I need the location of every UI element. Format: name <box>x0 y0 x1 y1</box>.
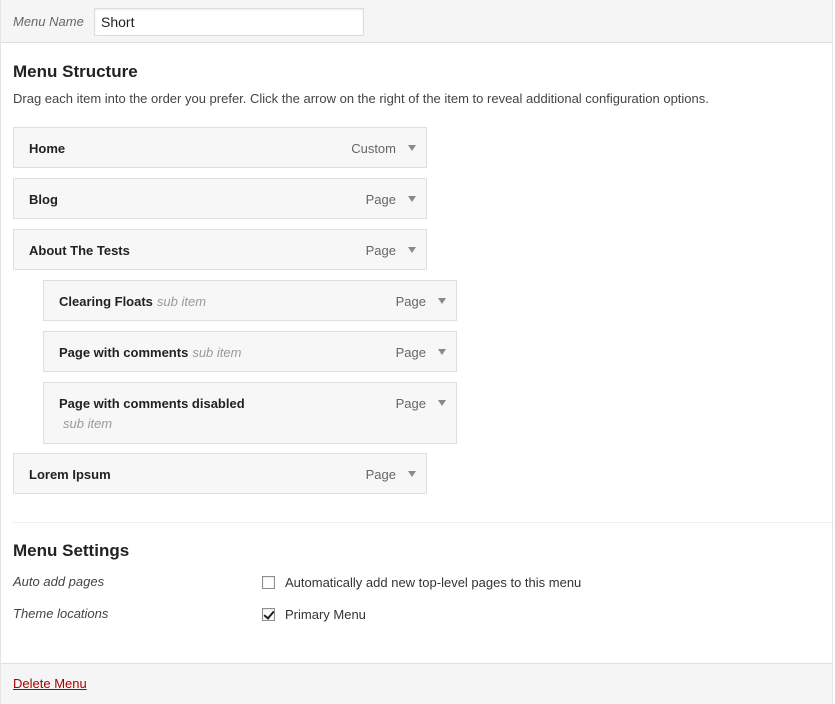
expand-arrow-icon[interactable] <box>438 298 446 304</box>
menu-item-type: Page <box>365 192 396 207</box>
menu-item-type: Page <box>365 467 396 482</box>
sub-item-label: sub item <box>63 416 113 431</box>
menu-item-title: Lorem Ipsum <box>29 467 111 482</box>
section-divider <box>13 522 835 523</box>
menu-item-type: Page <box>395 294 426 309</box>
auto-add-pages-text[interactable]: Automatically add new top-level pages to… <box>285 575 581 590</box>
auto-add-pages-checkbox[interactable] <box>262 576 275 589</box>
delete-menu-link[interactable]: Delete Menu <box>13 676 87 691</box>
menu-item-title-text: Clearing Floats <box>59 294 153 309</box>
primary-menu-checkbox[interactable] <box>262 608 275 621</box>
auto-add-pages-label: Auto add pages <box>13 574 105 589</box>
menu-item-title: Page with comments sub item <box>59 345 241 360</box>
menu-name-label: Menu Name <box>13 14 84 29</box>
expand-arrow-icon[interactable] <box>438 349 446 355</box>
menu-editor: Menu Name Menu Structure Drag each item … <box>0 0 835 704</box>
menu-header: Menu Name <box>1 0 832 43</box>
expand-arrow-icon[interactable] <box>438 400 446 406</box>
menu-item-title-text: Page with comments <box>59 345 189 360</box>
expand-arrow-icon[interactable] <box>408 145 416 151</box>
sub-item-label: sub item <box>156 294 207 309</box>
menu-item-page-with-comments-disabled[interactable]: Page with comments disabled sub item Pag… <box>43 382 457 444</box>
theme-locations-label: Theme locations <box>13 606 109 621</box>
menu-footer: Delete Menu <box>1 663 832 704</box>
menu-settings-title: Menu Settings <box>13 541 130 560</box>
sub-item-label: sub item <box>192 345 242 360</box>
expand-arrow-icon[interactable] <box>408 247 416 253</box>
menu-item-home[interactable]: Home Custom <box>13 127 427 168</box>
menu-item-title: About The Tests <box>29 243 130 258</box>
expand-arrow-icon[interactable] <box>408 471 416 477</box>
menu-item-type: Page <box>395 396 426 411</box>
menu-item-type: Page <box>365 243 396 258</box>
menu-structure-description: Drag each item into the order you prefer… <box>13 91 709 106</box>
menu-structure-title: Menu Structure <box>13 62 138 81</box>
menu-item-type: Custom <box>351 141 396 156</box>
primary-menu-text[interactable]: Primary Menu <box>285 607 366 622</box>
menu-item-title: Page with comments disabled <box>59 396 245 411</box>
expand-arrow-icon[interactable] <box>408 196 416 202</box>
menu-item-clearing-floats[interactable]: Clearing Floats sub item Page <box>43 280 457 321</box>
menu-item-title: Clearing Floats sub item <box>59 294 206 309</box>
menu-item-about-the-tests[interactable]: About The Tests Page <box>13 229 427 270</box>
menu-item-title: Blog <box>29 192 58 207</box>
menu-item-blog[interactable]: Blog Page <box>13 178 427 219</box>
menu-item-title: Home <box>29 141 66 156</box>
menu-item-page-with-comments[interactable]: Page with comments sub item Page <box>43 331 457 372</box>
menu-item-lorem-ipsum[interactable]: Lorem Ipsum Page <box>13 453 427 494</box>
menu-name-input[interactable] <box>94 8 364 36</box>
menu-item-type: Page <box>395 345 426 360</box>
